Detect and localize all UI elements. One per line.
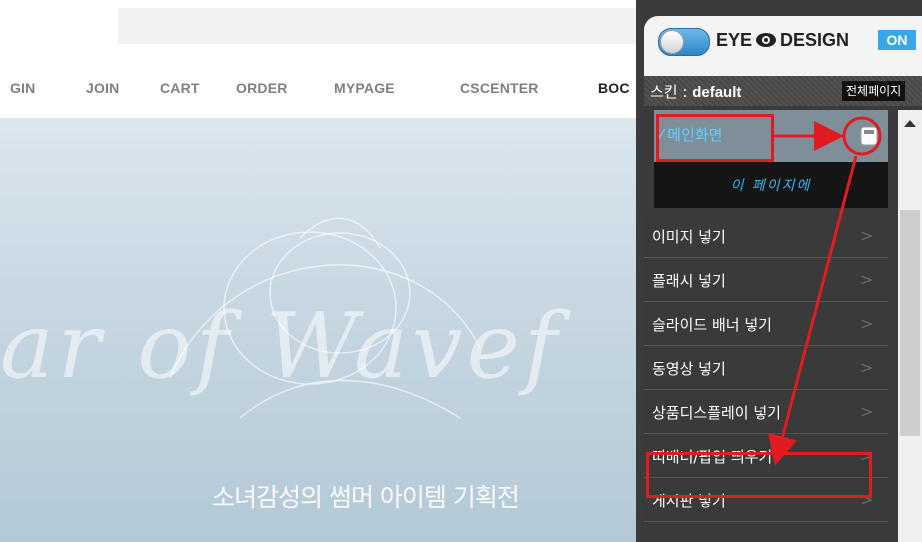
annotation-arrows: [768, 116, 882, 466]
